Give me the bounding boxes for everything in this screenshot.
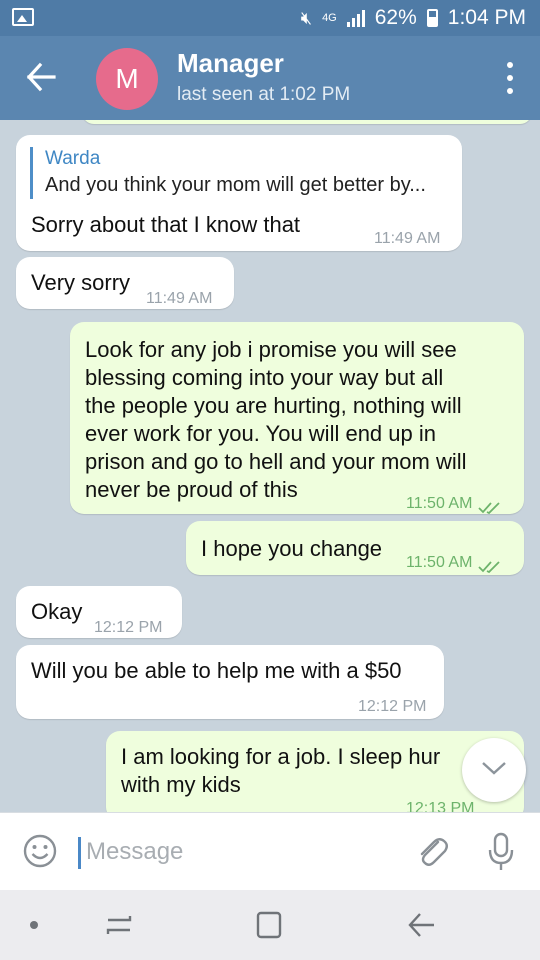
chat-header: M Manager last seen at 1:02 PM <box>0 36 540 120</box>
message-line: the people you are hurting, nothing will <box>85 393 462 418</box>
message-text: Very sorry <box>31 270 131 295</box>
back-nav-icon[interactable] <box>406 910 436 940</box>
message-text: Sorry about that I know that <box>31 212 301 237</box>
message-bubble-incoming[interactable]: Warda And you think your mom will get be… <box>16 135 462 251</box>
nav-indicator-dot <box>30 921 38 929</box>
message-time: 11:49 AM <box>146 290 213 307</box>
message-time: 12:12 PM <box>358 698 427 715</box>
more-vert-icon[interactable] <box>502 62 518 94</box>
message-bubble-incoming[interactable]: Very sorry 11:49 AM <box>16 257 234 309</box>
message-time: 12:12 PM <box>94 619 163 636</box>
message-time: 11:50 AM <box>406 549 502 577</box>
signal-icon <box>346 9 365 27</box>
message-text: Okay <box>31 599 83 624</box>
text-cursor <box>78 837 81 869</box>
avatar-letter: M <box>115 63 139 94</box>
message-time: 11:49 AM <box>374 230 441 247</box>
message-line: blessing coming into your way but all <box>85 365 444 390</box>
microphone-icon[interactable] <box>486 831 516 873</box>
system-nav-bar <box>0 890 540 960</box>
message-composer <box>0 812 540 891</box>
message-line: with my kids <box>121 772 241 797</box>
message-bubble-outgoing[interactable]: I hope you change 11:50 AM <box>186 521 524 575</box>
reply-text: And you think your mom will get better b… <box>45 174 426 196</box>
message-text: Will you be able to help me with a $50 <box>31 658 402 683</box>
reply-preview[interactable]: Warda And you think your mom will get be… <box>30 147 426 199</box>
message-bubble-incoming[interactable]: Will you be able to help me with a $50 1… <box>16 645 444 719</box>
recent-apps-icon[interactable] <box>104 908 134 942</box>
reply-author: Warda <box>45 148 101 169</box>
battery-percent: 62% <box>374 6 417 29</box>
scroll-to-bottom-button[interactable] <box>462 738 526 802</box>
message-input[interactable] <box>84 829 388 875</box>
status-bar: 🔇︎ 4G 62% 1:04 PM <box>0 0 540 36</box>
emoji-icon[interactable] <box>22 833 58 869</box>
message-time: 11:50 AM <box>406 490 502 518</box>
message-time-text: 11:50 AM <box>406 495 473 512</box>
double-check-icon <box>478 497 502 514</box>
avatar[interactable]: M <box>96 48 158 110</box>
network-type: 4G <box>322 11 337 24</box>
message-text: I hope you change <box>201 536 383 561</box>
message-text: Look for any job i promise you will see … <box>85 336 467 504</box>
gallery-notification-icon <box>12 8 34 26</box>
paperclip-icon[interactable] <box>414 833 450 871</box>
message-time-text: 11:50 AM <box>406 554 473 571</box>
arrow-left-icon[interactable] <box>26 60 56 94</box>
home-icon[interactable] <box>255 910 283 940</box>
last-seen-status: last seen at 1:02 PM <box>177 84 351 105</box>
message-time: 12:13 PM <box>406 800 475 812</box>
message-line: prison and go to hell and your mom will <box>85 449 467 474</box>
chat-title[interactable]: Manager <box>177 48 284 79</box>
message-bubble-outgoing[interactable]: Look for any job i promise you will see … <box>70 322 524 514</box>
mute-icon: 🔇︎ <box>300 7 313 28</box>
message-list[interactable]: Warda And you think your mom will get be… <box>0 120 540 812</box>
message-line: I am looking for a job. I sleep hur <box>121 744 441 769</box>
message-line: ever work for you. You will end up in <box>85 421 436 446</box>
message-bubble-incoming[interactable]: Okay 12:12 PM <box>16 586 182 638</box>
message-line: Look for any job i promise you will see <box>85 337 457 362</box>
message-text: I am looking for a job. I sleep hur with… <box>121 743 440 799</box>
battery-icon <box>426 9 438 27</box>
message-bubble-partial <box>82 120 532 124</box>
double-check-icon <box>478 556 502 573</box>
clock: 1:04 PM <box>447 6 526 29</box>
chevron-down-icon <box>481 760 507 781</box>
